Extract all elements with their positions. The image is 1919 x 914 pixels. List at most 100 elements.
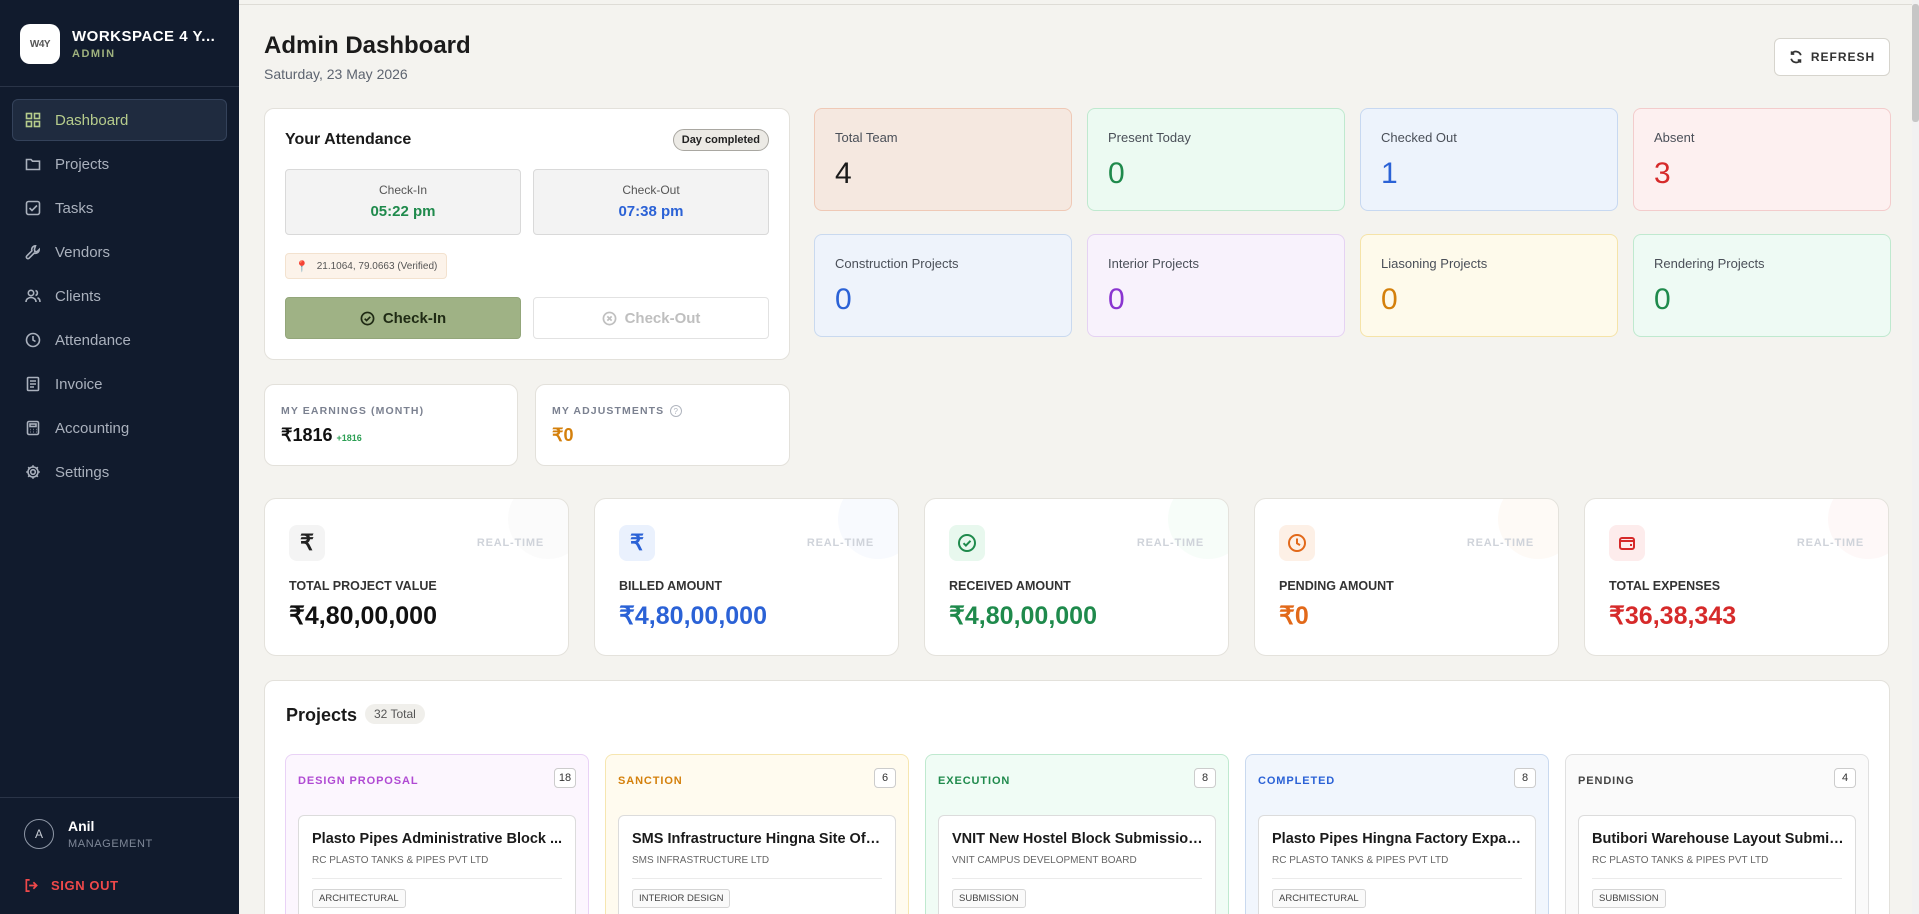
earnings-delta: +1816 <box>336 433 362 443</box>
brand[interactable]: W4Y WORKSPACE 4 Y... ADMIN <box>20 24 215 64</box>
stat-value: 0 <box>1108 283 1125 316</box>
sidebar-item-projects[interactable]: Projects <box>12 143 227 185</box>
page-title: Admin Dashboard <box>264 32 471 59</box>
finance-card[interactable]: ₹ REAL-TIME TOTAL PROJECT VALUE ₹4,80,00,00… <box>264 498 569 656</box>
finance-card[interactable]: ₹ REAL-TIME BILLED AMOUNT ₹4,80,00,000 <box>594 498 899 656</box>
rupee-icon: ₹ <box>619 525 655 561</box>
stat-value: 1 <box>1381 157 1398 190</box>
clock-icon <box>1279 525 1315 561</box>
checkin-label: Check-In <box>378 183 428 197</box>
project-client: RC PLASTO TANKS & PIPES PVT LTD <box>312 855 489 866</box>
stat-label: Liasoning Projects <box>1381 256 1488 271</box>
sidebar-item-label: Settings <box>55 463 110 481</box>
project-card[interactable]: SMS Infrastructure Hingna Site Offi... SM… <box>618 815 896 914</box>
project-card[interactable]: Butibori Warehouse Layout Submis... RC PL… <box>1578 815 1856 914</box>
stat-tile[interactable]: Rendering Projects 0 <box>1633 234 1891 337</box>
check-in-button[interactable]: Check-In <box>285 297 521 339</box>
column-header: COMPLETED <box>1258 775 1336 787</box>
refresh-label: REFRESH <box>1810 50 1876 64</box>
check-out-button[interactable]: Check-Out <box>533 297 769 339</box>
scrollbar[interactable] <box>1912 0 1919 914</box>
sidebar-item-dashboard[interactable]: Dashboard <box>12 99 227 141</box>
earnings-label: MY EARNINGS (MONTH) <box>281 405 425 417</box>
project-card[interactable]: Plasto Pipes Hingna Factory Expan... RC P… <box>1258 815 1536 914</box>
user-profile[interactable]: A Anil MANAGEMENT <box>24 818 153 850</box>
sidebar-item-attendance[interactable]: Attendance <box>12 319 227 361</box>
stat-label: Absent <box>1654 130 1695 145</box>
stat-label: Construction Projects <box>835 256 959 271</box>
stat-tile[interactable]: Construction Projects 0 <box>814 234 1072 337</box>
realtime-label: REAL-TIME <box>1466 537 1534 549</box>
sidebar: W4Y WORKSPACE 4 Y... ADMIN Dashboard Pro… <box>0 0 239 914</box>
column-header: DESIGN PROPOSAL <box>298 775 419 787</box>
check-circle-icon <box>360 311 375 325</box>
stat-value: 0 <box>835 283 852 316</box>
check-out-label: Check-Out <box>624 309 701 327</box>
info-icon[interactable]: ? <box>670 405 683 417</box>
project-column: PENDING 4 Butibori Warehouse Layout Submis… <box>1565 754 1869 914</box>
brand-name: WORKSPACE 4 Y... <box>72 28 216 45</box>
stat-tile[interactable]: Checked Out 1 <box>1360 108 1618 211</box>
finance-value: ₹4,80,00,000 <box>289 602 437 630</box>
location-pin-icon: 📍 <box>295 260 309 273</box>
project-client: SMS INFRASTRUCTURE LTD <box>632 855 770 866</box>
project-title: Plasto Pipes Administrative Block ... <box>312 831 563 847</box>
checkbox-icon <box>25 200 41 216</box>
sidebar-item-label: Tasks <box>55 199 94 217</box>
clock-icon <box>25 332 41 348</box>
stat-value: 0 <box>1108 157 1125 190</box>
project-title: VNIT New Hostel Block Submission... <box>952 831 1204 847</box>
stat-tile[interactable]: Present Today 0 <box>1087 108 1345 211</box>
check-circle-icon <box>949 525 985 561</box>
finance-card[interactable]: REAL-TIME TOTAL EXPENSES ₹36,38,343 <box>1584 498 1889 656</box>
project-card[interactable]: Plasto Pipes Administrative Block ... RC … <box>298 815 576 914</box>
rupee-glyph: ₹ <box>630 530 644 555</box>
sidebar-item-accounting[interactable]: Accounting <box>12 407 227 449</box>
stat-tile[interactable]: Interior Projects 0 <box>1087 234 1345 337</box>
finance-card[interactable]: REAL-TIME PENDING AMOUNT ₹0 <box>1254 498 1559 656</box>
project-tag: SUBMISSION <box>1592 889 1666 908</box>
stat-tile[interactable]: Liasoning Projects 0 <box>1360 234 1618 337</box>
realtime-label: REAL-TIME <box>1796 537 1864 549</box>
sidebar-item-tasks[interactable]: Tasks <box>12 187 227 229</box>
sidebar-item-clients[interactable]: Clients <box>12 275 227 317</box>
adjustments-card: MY ADJUSTMENTS ? ₹0 <box>535 384 790 466</box>
project-tag: ARCHITECTURAL <box>1272 889 1366 908</box>
sidebar-item-settings[interactable]: Settings <box>12 451 227 493</box>
earnings-card: MY EARNINGS (MONTH) ₹1816 +1816 <box>264 384 518 466</box>
sign-out-button[interactable]: SIGN OUT <box>24 878 119 893</box>
stat-label: Checked Out <box>1381 130 1457 145</box>
project-client: RC PLASTO TANKS & PIPES PVT LTD <box>1272 855 1449 866</box>
project-card[interactable]: VNIT New Hostel Block Submission... VNIT … <box>938 815 1216 914</box>
sidebar-item-label: Attendance <box>55 331 131 349</box>
project-client: VNIT CAMPUS DEVELOPMENT BOARD <box>952 855 1137 866</box>
checkin-time: 05:22 pm <box>370 203 436 220</box>
project-tag: ARCHITECTURAL <box>312 889 406 908</box>
folder-icon <box>25 156 41 172</box>
refresh-button[interactable]: REFRESH <box>1774 38 1890 76</box>
sidebar-item-invoice[interactable]: Invoice <box>12 363 227 405</box>
stat-tile[interactable]: Total Team 4 <box>814 108 1072 211</box>
card-divider <box>952 878 1202 879</box>
column-count: 8 <box>1514 768 1536 788</box>
sidebar-item-vendors[interactable]: Vendors <box>12 231 227 273</box>
card-divider <box>1272 878 1522 879</box>
card-glow <box>508 499 568 559</box>
location-chip: 📍 21.1064, 79.0663 (Verified) <box>285 253 448 279</box>
location-text: 21.1064, 79.0663 (Verified) <box>316 260 438 272</box>
realtime-label: REAL-TIME <box>476 537 544 549</box>
status-badge: Day completed <box>672 129 769 151</box>
card-glow <box>838 499 898 559</box>
checkin-time-box: Check-In 05:22 pm <box>285 169 521 235</box>
stat-tile[interactable]: Absent 3 <box>1633 108 1891 211</box>
sidebar-item-label: Invoice <box>55 375 103 393</box>
project-column: SANCTION 6 SMS Infrastructure Hingna Site … <box>605 754 909 914</box>
sidebar-item-label: Vendors <box>55 243 111 261</box>
finance-card[interactable]: REAL-TIME RECEIVED AMOUNT ₹4,80,00,000 <box>924 498 1229 656</box>
adjustments-label-row: MY ADJUSTMENTS ? <box>552 405 683 417</box>
card-divider <box>1592 878 1842 879</box>
card-glow <box>1168 499 1228 559</box>
scrollbar-thumb[interactable] <box>1912 4 1919 122</box>
x-circle-icon <box>602 311 617 325</box>
projects-section: Projects 32 Total DESIGN PROPOSAL 18 Plast… <box>264 680 1890 914</box>
